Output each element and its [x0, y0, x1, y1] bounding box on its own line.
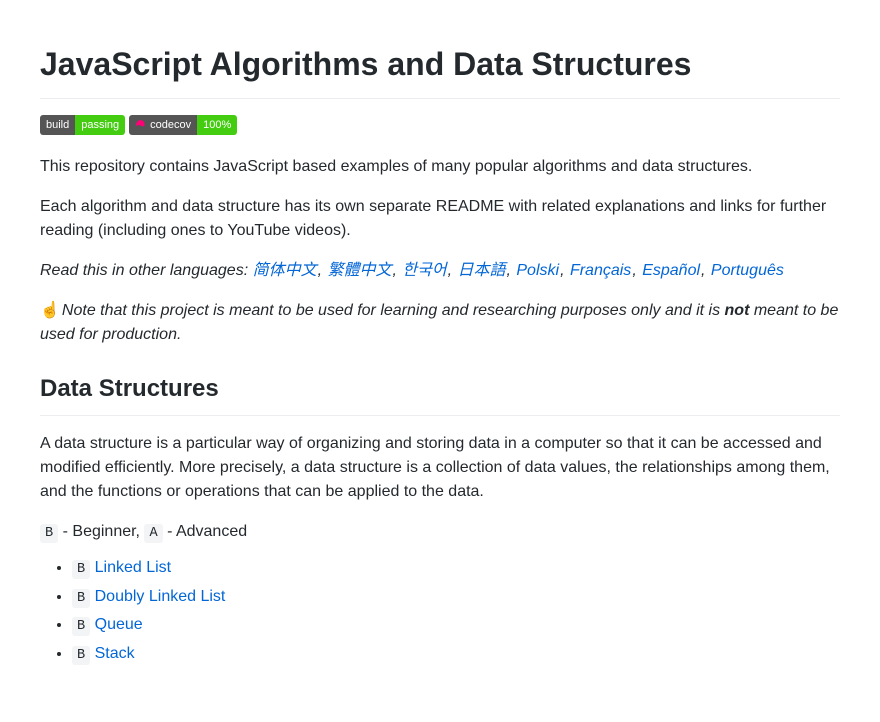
languages-list: 简体中文, 繁體中文, 한국어, 日本語, Polski, Français, … — [253, 262, 784, 279]
badges-row: build passing codecov 100% — [40, 115, 840, 135]
language-link[interactable]: 한국어 — [402, 262, 446, 279]
build-badge-label: build — [40, 115, 75, 135]
language-link[interactable]: Español — [642, 262, 700, 279]
data-structures-list: B Linked ListB Doubly Linked ListB Queue… — [40, 556, 840, 666]
languages-line: Read this in other languages: 简体中文, 繁體中文… — [40, 259, 840, 283]
language-link[interactable]: Português — [711, 262, 784, 279]
pointing-up-icon: ☝ — [40, 302, 60, 319]
language-link[interactable]: 简体中文 — [253, 262, 317, 279]
codecov-icon — [135, 119, 147, 131]
advanced-code: A — [144, 524, 162, 543]
build-badge-value: passing — [75, 115, 125, 135]
languages-prefix: Read this in other languages: — [40, 262, 248, 279]
list-item: B Doubly Linked List — [72, 585, 840, 609]
data-structure-link[interactable]: Stack — [95, 645, 135, 662]
intro-paragraph-2: Each algorithm and data structure has it… — [40, 195, 840, 243]
codecov-badge-label: codecov — [129, 115, 197, 135]
note-line: ☝Note that this project is meant to be u… — [40, 299, 840, 347]
beginner-code: B — [40, 524, 58, 543]
difficulty-badge: B — [72, 646, 90, 665]
language-link[interactable]: Français — [570, 262, 631, 279]
data-structures-description: A data structure is a particular way of … — [40, 432, 840, 504]
codecov-badge[interactable]: codecov 100% — [129, 115, 237, 135]
beginner-label: - Beginner, — [58, 523, 144, 540]
page-title: JavaScript Algorithms and Data Structure… — [40, 40, 840, 99]
language-link[interactable]: Polski — [516, 262, 559, 279]
list-item: B Stack — [72, 642, 840, 666]
codecov-badge-value: 100% — [197, 115, 237, 135]
difficulty-legend: B - Beginner, A - Advanced — [40, 520, 840, 544]
difficulty-badge: B — [72, 560, 90, 579]
difficulty-badge: B — [72, 589, 90, 608]
language-link[interactable]: 繁體中文 — [328, 262, 392, 279]
list-item: B Linked List — [72, 556, 840, 580]
data-structure-link[interactable]: Doubly Linked List — [95, 588, 226, 605]
advanced-label: - Advanced — [163, 523, 248, 540]
language-link[interactable]: 日本語 — [457, 262, 505, 279]
note-text-before: Note that this project is meant to be us… — [62, 302, 725, 319]
note-bold: not — [725, 302, 750, 319]
data-structure-link[interactable]: Linked List — [95, 559, 172, 576]
build-badge[interactable]: build passing — [40, 115, 125, 135]
difficulty-badge: B — [72, 617, 90, 636]
data-structures-heading: Data Structures — [40, 371, 840, 416]
intro-paragraph-1: This repository contains JavaScript base… — [40, 155, 840, 179]
data-structure-link[interactable]: Queue — [95, 616, 143, 633]
list-item: B Queue — [72, 613, 840, 637]
